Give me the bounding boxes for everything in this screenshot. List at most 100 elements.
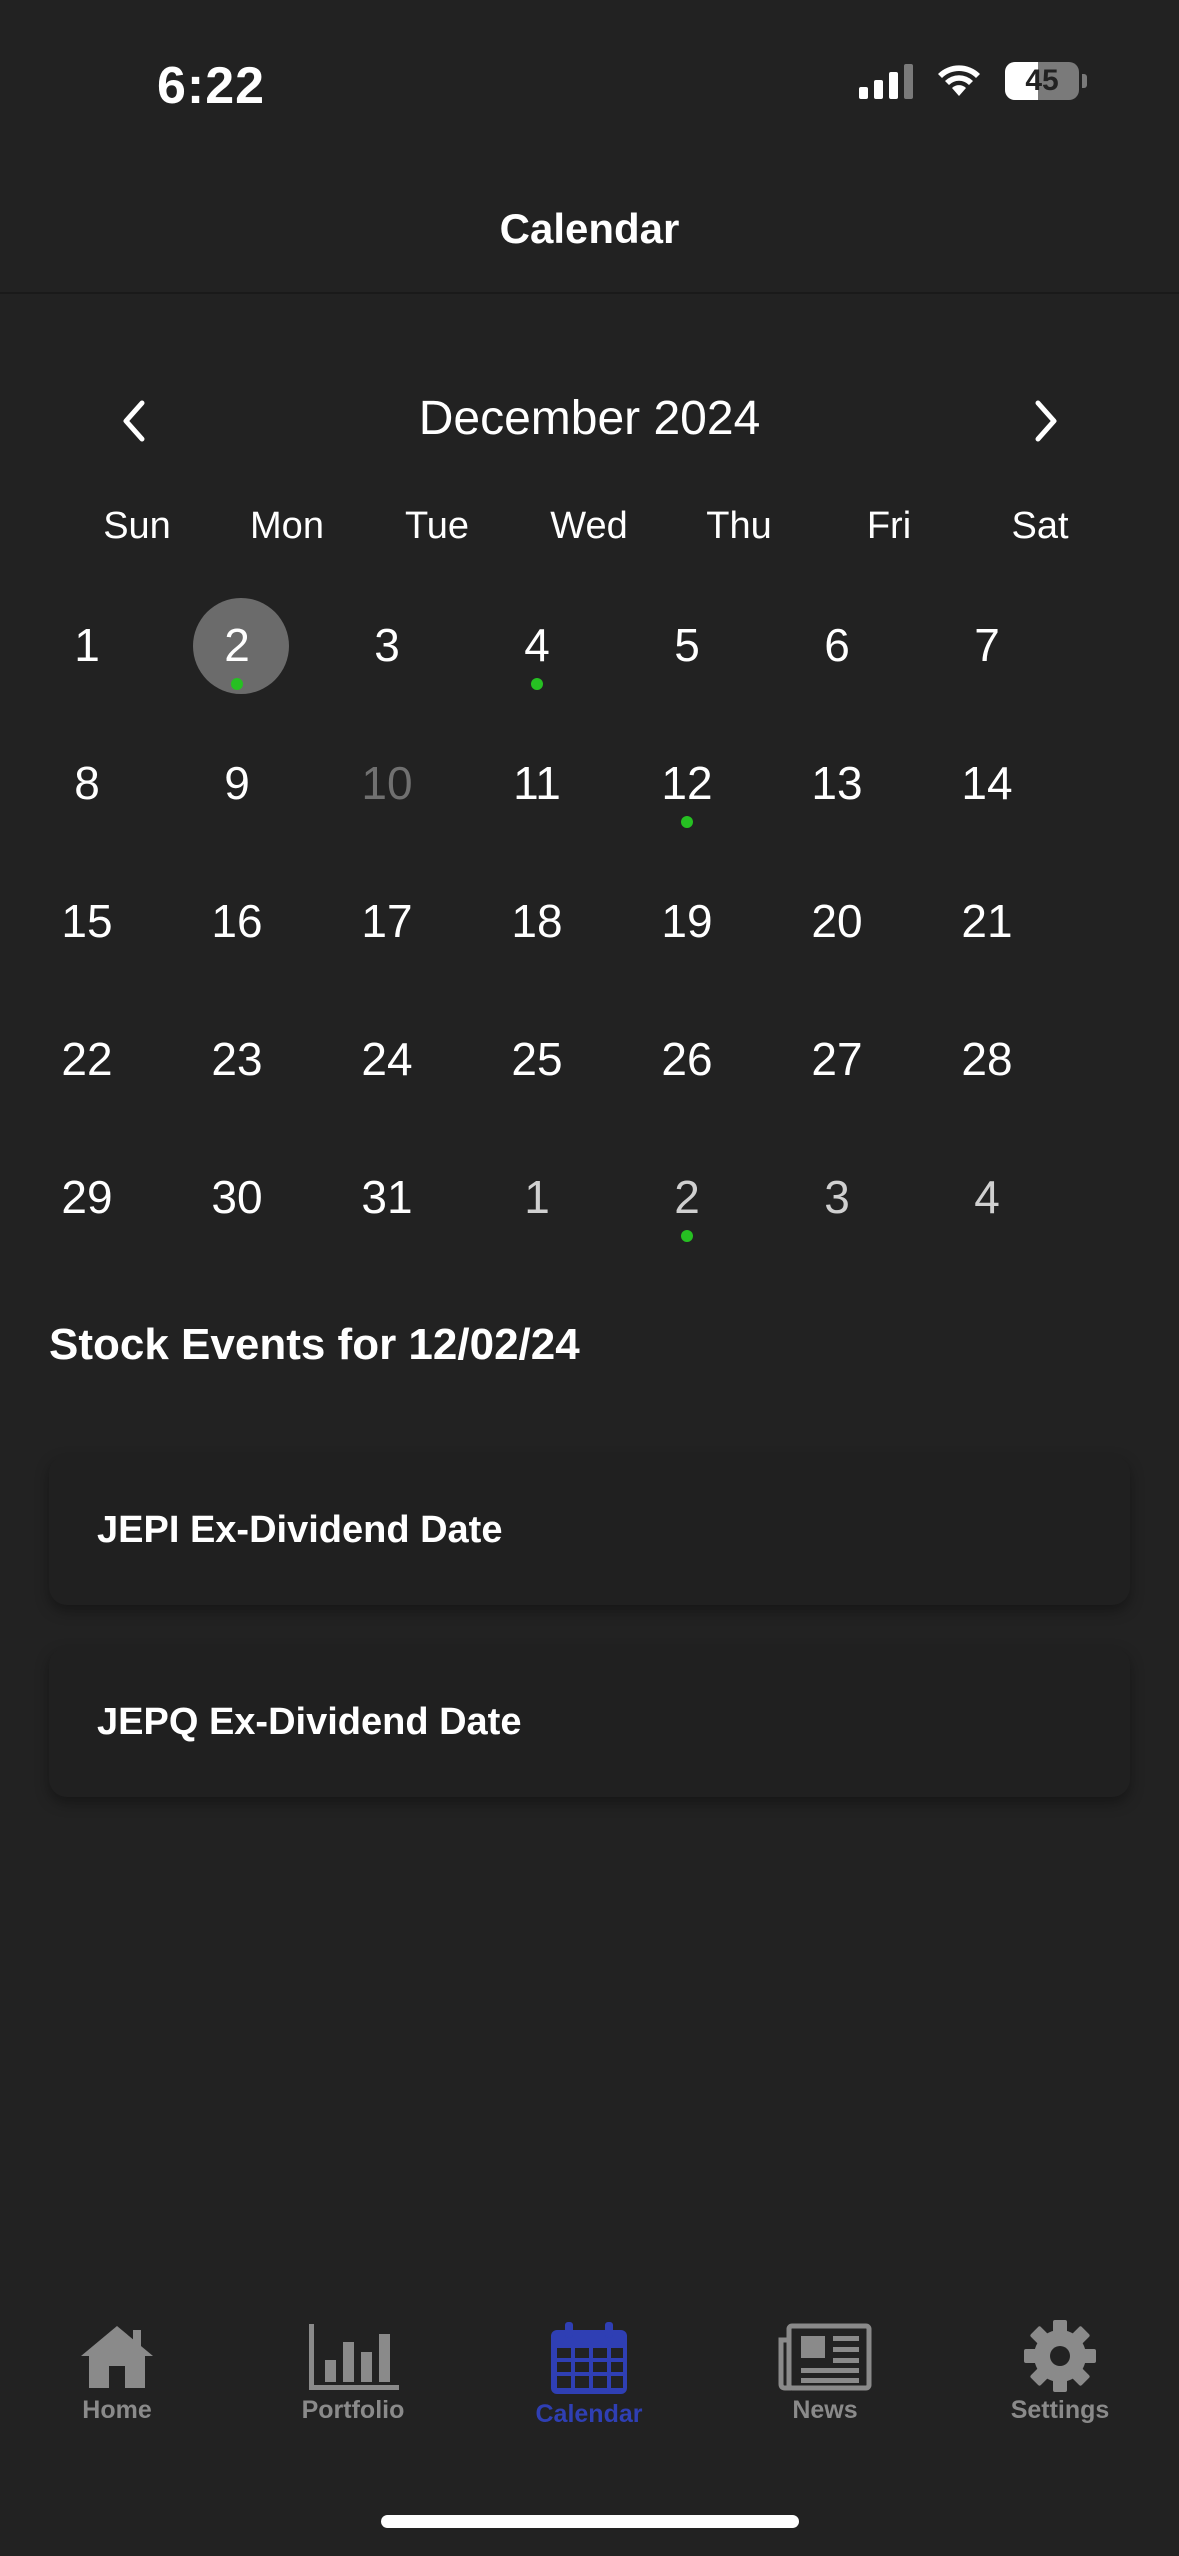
day-number: 6 — [824, 619, 850, 671]
calendar-day[interactable]: 10 — [332, 728, 442, 838]
chevron-right-icon — [1035, 400, 1057, 442]
calendar-day[interactable]: 3 — [782, 1142, 892, 1252]
tab-label: Settings — [1010, 2396, 1110, 2424]
tab-label: Portfolio — [301, 2396, 405, 2424]
calendar-day[interactable]: 8 — [32, 728, 142, 838]
calendar-day[interactable]: 12 — [632, 728, 742, 838]
event-label: JEPQ Ex-Dividend Date — [97, 1701, 522, 1743]
day-number: 30 — [211, 1171, 263, 1223]
day-number: 21 — [961, 895, 1013, 947]
day-number: 9 — [224, 757, 250, 809]
calendar-day[interactable]: 6 — [782, 590, 892, 700]
calendar-day[interactable]: 20 — [782, 866, 892, 976]
status-time: 6:22 — [157, 57, 266, 115]
day-number: 31 — [361, 1171, 413, 1223]
calendar-day[interactable]: 26 — [632, 1004, 742, 1114]
calendar-day[interactable]: 28 — [932, 1004, 1042, 1114]
day-number: 28 — [961, 1033, 1013, 1085]
calendar-day[interactable]: 31 — [332, 1142, 442, 1252]
calendar-day[interactable]: 1 — [482, 1142, 592, 1252]
day-number: 8 — [74, 757, 100, 809]
home-indicator — [381, 2515, 799, 2528]
calendar-day[interactable]: 30 — [182, 1142, 292, 1252]
next-month-button[interactable] — [1016, 393, 1072, 449]
weekday-label: Fri — [866, 505, 912, 547]
day-number: 11 — [513, 757, 561, 809]
tab-home[interactable]: Home — [17, 2320, 217, 2425]
day-number: 16 — [211, 895, 263, 947]
day-number: 17 — [361, 895, 413, 947]
day-number: 22 — [61, 1033, 113, 1085]
day-number: 10 — [361, 757, 413, 809]
day-number: 7 — [974, 619, 1000, 671]
month-label: December 2024 — [418, 392, 761, 445]
calendar-day[interactable]: 5 — [632, 590, 742, 700]
day-number: 3 — [824, 1171, 850, 1223]
day-number: 2 — [224, 619, 250, 671]
calendar-day[interactable]: 14 — [932, 728, 1042, 838]
day-number: 27 — [811, 1033, 863, 1085]
tab-label: Home — [82, 2396, 152, 2424]
event-card[interactable]: JEPQ Ex-Dividend Date — [49, 1647, 1130, 1797]
status-icons: 45 — [859, 62, 1087, 100]
calendar-day[interactable]: 3 — [332, 590, 442, 700]
calendar-day[interactable]: 21 — [932, 866, 1042, 976]
calendar-day[interactable]: 1 — [32, 590, 142, 700]
calendar-day[interactable]: 2 — [632, 1142, 742, 1252]
day-number: 24 — [361, 1033, 413, 1085]
event-label: JEPI Ex-Dividend Date — [97, 1509, 503, 1551]
event-indicator-dot — [681, 1230, 693, 1242]
battery-icon: 45 — [1005, 62, 1087, 100]
tab-label: Calendar — [535, 2400, 643, 2428]
home-icon — [81, 2326, 153, 2388]
day-number: 3 — [374, 619, 400, 671]
weekday-label: Tue — [404, 505, 470, 547]
day-number: 25 — [511, 1033, 563, 1085]
calendar-day[interactable]: 18 — [482, 866, 592, 976]
weekday-header: Sun Mon Tue Wed Thu Fri Sat — [0, 505, 1179, 555]
calendar-day[interactable]: 25 — [482, 1004, 592, 1114]
battery-level: 45 — [1025, 64, 1059, 97]
day-number: 12 — [661, 757, 713, 809]
weekday-label: Sat — [1011, 505, 1069, 547]
weekday-label: Thu — [706, 505, 772, 547]
calendar-day[interactable]: 24 — [332, 1004, 442, 1114]
day-number: 20 — [811, 895, 863, 947]
calendar-day[interactable]: 9 — [182, 728, 292, 838]
day-number: 14 — [961, 757, 1013, 809]
calendar-day[interactable]: 4 — [482, 590, 592, 700]
day-number: 4 — [974, 1171, 1000, 1223]
wifi-icon — [938, 65, 980, 96]
weekday-label: Sun — [103, 505, 171, 547]
tab-calendar[interactable]: Calendar — [489, 2320, 689, 2429]
weekday-label: Mon — [250, 505, 324, 547]
chevron-left-icon — [123, 400, 145, 442]
calendar-day[interactable]: 4 — [932, 1142, 1042, 1252]
calendar-day[interactable]: 29 — [32, 1142, 142, 1252]
day-number: 2 — [674, 1171, 700, 1223]
calendar-day[interactable]: 17 — [332, 866, 442, 976]
calendar-day[interactable]: 11 — [482, 728, 592, 838]
tab-news[interactable]: News — [725, 2320, 925, 2425]
calendar-day[interactable]: 19 — [632, 866, 742, 976]
previous-month-button[interactable] — [108, 393, 164, 449]
day-number: 26 — [661, 1033, 713, 1085]
calendar-day[interactable]: 15 — [32, 866, 142, 976]
calendar-day[interactable]: 27 — [782, 1004, 892, 1114]
event-card[interactable]: JEPI Ex-Dividend Date — [49, 1455, 1130, 1605]
calendar-day[interactable]: 13 — [782, 728, 892, 838]
tab-portfolio[interactable]: Portfolio — [253, 2320, 453, 2425]
calendar-day[interactable]: 2 — [182, 590, 292, 700]
tab-label: News — [792, 2396, 858, 2424]
events-heading: Stock Events for 12/02/24 — [49, 1320, 580, 1369]
tab-settings[interactable]: Settings — [960, 2320, 1160, 2425]
day-number: 13 — [811, 757, 863, 809]
day-number: 4 — [524, 619, 550, 671]
calendar-day[interactable]: 7 — [932, 590, 1042, 700]
day-number: 5 — [674, 619, 700, 671]
weekday-label: Wed — [550, 505, 628, 547]
calendar-day[interactable]: 22 — [32, 1004, 142, 1114]
month-header: December 2024 — [0, 385, 1179, 455]
calendar-day[interactable]: 16 — [182, 866, 292, 976]
calendar-day[interactable]: 23 — [182, 1004, 292, 1114]
